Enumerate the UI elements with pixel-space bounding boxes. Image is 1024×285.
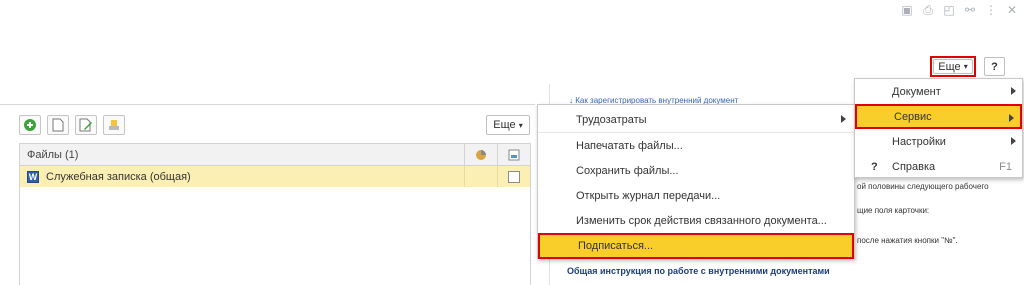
menu-item-change-validity[interactable]: Изменить срок действия связанного докуме…: [538, 208, 854, 233]
files-toolbar: [19, 115, 125, 135]
menu-item-label: Подписаться...: [578, 240, 654, 252]
menu-item-label: Документ: [892, 85, 941, 98]
menu-item-label: Напечатать файлы...: [576, 139, 683, 152]
chevron-right-icon: [1011, 87, 1016, 95]
top-more-menu: Документ Сервис Настройки ? Справка F1: [854, 78, 1023, 178]
scan-file-button[interactable]: [103, 115, 125, 135]
column-files[interactable]: Файлы (1): [20, 149, 464, 161]
bg-text-3: после нажатия кнопки "№".: [857, 236, 958, 245]
top-more-button[interactable]: Еще ▾: [930, 56, 976, 77]
column-signed[interactable]: [497, 144, 530, 165]
document-icon: [52, 118, 64, 132]
chevron-down-icon: ▾: [963, 62, 968, 71]
menu-item-label: Трудозатраты: [576, 113, 647, 126]
window-controls: ▣ ⎙ ◰ ⚯ ⋮ ✕: [901, 2, 1018, 18]
menu-item-subscribe[interactable]: Подписаться...: [538, 233, 854, 259]
signed-checkbox[interactable]: [508, 170, 520, 183]
menu-item-transfer-log[interactable]: Открыть журнал передачи...: [538, 183, 854, 208]
shortcut-label: F1: [999, 160, 1012, 173]
file-sign-icon: [508, 149, 520, 160]
chevron-down-icon: ▾: [518, 120, 523, 130]
instruction-heading[interactable]: Общая инструкция по работе с внутренними…: [567, 266, 830, 276]
menu-item-label: Открыть журнал передачи...: [576, 189, 721, 202]
top-more-label: Еще: [938, 60, 961, 73]
help-button[interactable]: ?: [984, 57, 1005, 76]
file-name: Служебная записка (общая): [46, 170, 191, 183]
pie-status-icon: [476, 149, 486, 160]
menu-item-settings[interactable]: Настройки: [855, 129, 1022, 154]
add-file-button[interactable]: [19, 115, 41, 135]
scanner-icon: [109, 120, 119, 130]
chevron-right-icon: [1011, 137, 1016, 145]
add-icon: [24, 119, 36, 131]
more-vertical-icon[interactable]: ⋮: [985, 4, 997, 16]
link-icon[interactable]: ⚯: [964, 4, 976, 16]
column-status[interactable]: [464, 144, 497, 165]
chevron-right-icon: [1009, 114, 1014, 122]
menu-item-document[interactable]: Документ: [855, 79, 1022, 104]
files-panel: Еще ▾ Файлы (1) W Служебная записка (общ…: [0, 104, 535, 285]
menu-item-label: Справка: [892, 160, 936, 173]
print-icon[interactable]: ⎙: [922, 4, 934, 16]
menu-item-service[interactable]: Сервис: [855, 104, 1022, 129]
preview-icon[interactable]: ◰: [943, 4, 955, 16]
chevron-right-icon: [841, 115, 846, 123]
table-row[interactable]: W Служебная записка (общая): [20, 166, 530, 187]
edit-icon: [79, 118, 92, 132]
menu-item-save-files[interactable]: Сохранить файлы...: [538, 158, 854, 183]
menu-item-label: Настройки: [892, 135, 946, 148]
menu-item-label: Сохранить файлы...: [576, 164, 679, 177]
edit-file-button[interactable]: [75, 115, 97, 135]
word-file-icon: W: [27, 170, 39, 183]
menu-item-print-files[interactable]: Напечатать файлы...: [538, 133, 854, 158]
save-icon[interactable]: ▣: [901, 4, 913, 16]
files-more-label: Еще: [493, 119, 516, 131]
bg-text-1: ой половины следующего рабочего: [857, 182, 989, 191]
menu-item-help[interactable]: ? Справка F1: [855, 154, 1022, 179]
menu-item-labor[interactable]: Трудозатраты: [538, 107, 854, 132]
bg-text-2: щие поля карточки:: [857, 206, 930, 215]
menu-item-label: Изменить срок действия связанного докуме…: [576, 214, 827, 227]
files-more-button[interactable]: Еще ▾: [486, 115, 530, 135]
grid-header: Файлы (1): [20, 144, 530, 166]
close-icon[interactable]: ✕: [1006, 4, 1018, 16]
new-file-button[interactable]: [47, 115, 69, 135]
help-icon: ?: [871, 160, 878, 173]
menu-item-label: Сервис: [894, 110, 932, 123]
files-grid: Файлы (1) W Служебная записка (общая): [19, 143, 531, 285]
more-dropdown-menu: Трудозатраты Напечатать файлы... Сохрани…: [537, 104, 855, 259]
